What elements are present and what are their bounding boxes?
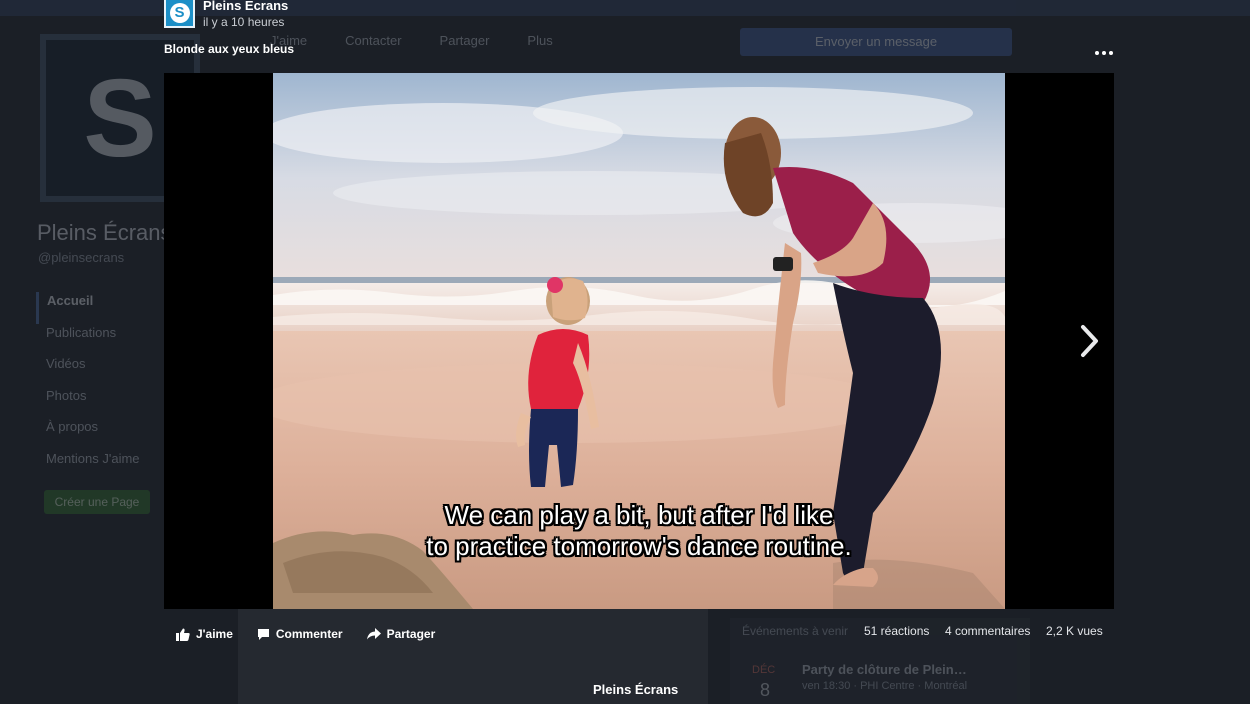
background-event-day: 8 (760, 680, 771, 700)
background-action: Plus (527, 33, 553, 48)
avatar-letter: S (169, 3, 190, 23)
comments-count[interactable]: 4 commentaires (945, 624, 1030, 638)
background-page-actions: J'aime Contacter Partager Plus (270, 33, 553, 48)
chevron-right-icon (1081, 325, 1098, 357)
like-label: J'aime (196, 627, 233, 641)
more-icon-dot (1109, 51, 1113, 55)
like-button[interactable]: J'aime (176, 624, 233, 644)
more-icon-dot (1102, 51, 1106, 55)
comment-button[interactable]: Commenter (257, 624, 343, 644)
comment-label: Commenter (275, 627, 343, 641)
background-nav-item: Publications (46, 324, 117, 340)
background-logo-letter: S (83, 56, 157, 180)
background-nav-item: À propos (46, 419, 99, 434)
views-count: 2,2 K vues (1046, 624, 1103, 638)
background-action: Contacter (345, 33, 402, 48)
comment-icon (257, 628, 269, 640)
background-events-label: Événements à venir (742, 624, 849, 638)
video-frame[interactable]: We can play a bit, but after I'd like to… (273, 73, 1005, 609)
next-video-button[interactable] (1072, 318, 1108, 364)
background-action: Partager (439, 33, 490, 48)
share-label: Partager (386, 627, 436, 641)
background-nav-item: Mentions J'aime (46, 450, 140, 466)
background-nav: Accueil Publications Vidéos Photos À pro… (36, 292, 156, 481)
post-action-bar: J'aime Commenter Partager (176, 624, 459, 644)
thumbs-up-icon (176, 628, 190, 641)
background-event-subtitle: ven 18:30 · PHI Centre · Montréal (802, 680, 968, 692)
background-nav-item: Photos (46, 387, 87, 403)
page-name-label[interactable]: Pleins Écrans (593, 682, 678, 697)
background-page-name: Pleins Écrans (37, 220, 172, 245)
video-subtitle-line-1: We can play a bit, but after I'd like (444, 500, 834, 530)
background-page-handle: @pleinsecrans (38, 250, 125, 265)
post-author[interactable]: Pleins Ecrans (203, 0, 288, 13)
background-create-page-button: Créer une Page (44, 490, 150, 514)
more-options-button[interactable] (1092, 44, 1116, 62)
avatar[interactable]: S (164, 0, 195, 28)
background-message-button: Envoyer un message (740, 28, 1012, 56)
background-event-month: DÉC (752, 664, 776, 676)
background-event-title: Party de clôture de Plein… (802, 662, 967, 677)
reactions-count[interactable]: 51 réactions (864, 624, 929, 638)
post-timestamp[interactable]: il y a 10 heures (203, 15, 284, 29)
video-subtitle-line-2: to practice tomorrow's dance routine. (426, 531, 852, 561)
share-button[interactable]: Partager (366, 624, 436, 644)
post-caption: Blonde aux yeux bleus (164, 42, 295, 56)
background-nav-item: Accueil (36, 292, 156, 324)
background-nav-item: Vidéos (46, 356, 86, 371)
more-icon (1095, 51, 1099, 55)
share-icon (366, 628, 381, 640)
video-player[interactable]: We can play a bit, but after I'd like to… (164, 73, 1114, 609)
